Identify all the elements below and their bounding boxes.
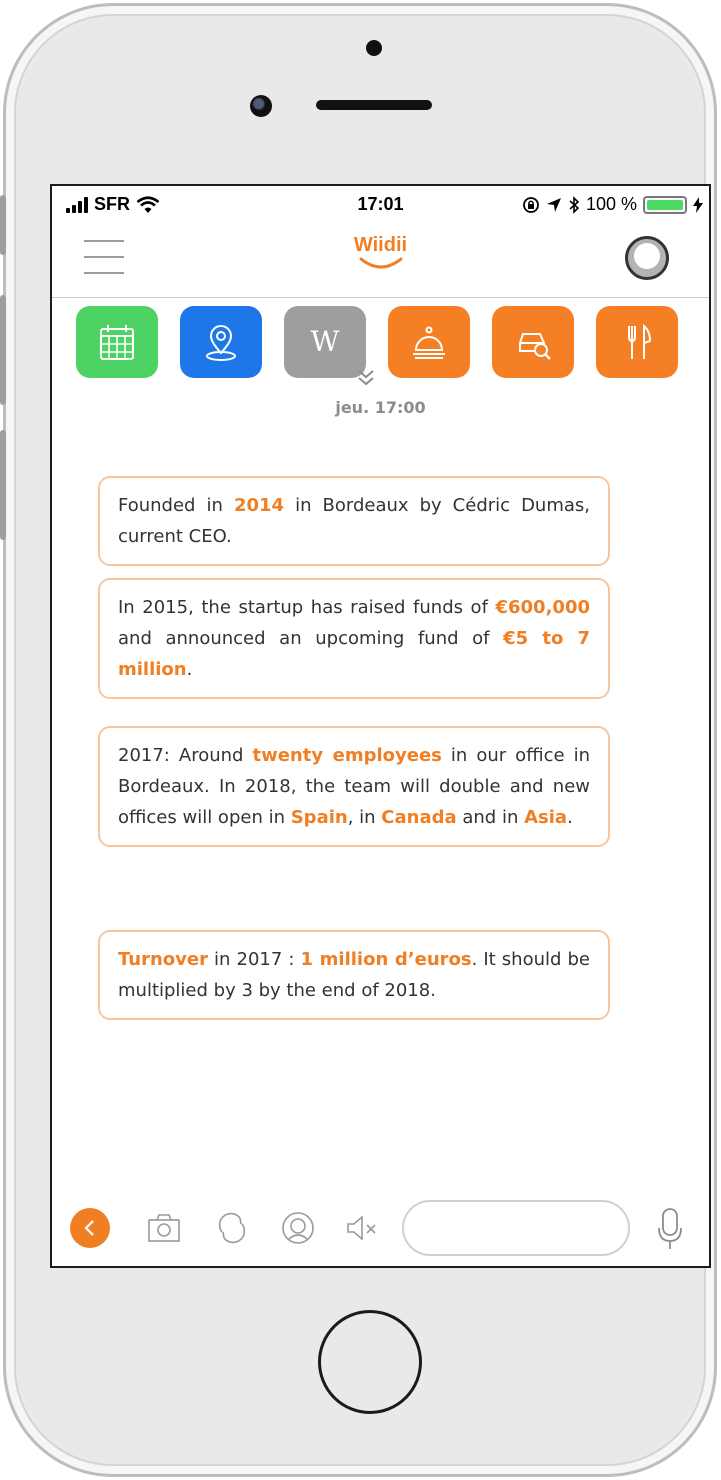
concierge-shortcut-button[interactable] bbox=[388, 306, 470, 378]
status-right-group: 100 % bbox=[522, 194, 703, 215]
highlighted-text: €600,000 bbox=[495, 597, 590, 618]
assistant-icon bbox=[282, 1212, 314, 1244]
message-text: in 2017 : bbox=[208, 949, 301, 970]
calendar-icon bbox=[100, 325, 134, 360]
location-pin-icon bbox=[206, 325, 236, 361]
mute-switch bbox=[0, 195, 6, 255]
front-camera bbox=[250, 95, 272, 117]
highlighted-text: twenty employees bbox=[252, 745, 442, 766]
battery-percent: 100 % bbox=[585, 194, 637, 214]
proximity-sensor bbox=[366, 40, 382, 56]
camera-button[interactable] bbox=[144, 1208, 184, 1248]
home-button[interactable] bbox=[318, 1310, 422, 1414]
shortcut-bar: W bbox=[52, 306, 709, 386]
app-logo: Wiidii bbox=[52, 234, 709, 271]
chat-timestamp: jeu. 17:00 bbox=[335, 398, 426, 417]
highlighted-text: 1 million d’euros bbox=[300, 949, 472, 970]
message-text: Founded in bbox=[118, 495, 234, 516]
logo-text: Wiidii bbox=[353, 234, 408, 256]
message-bubble: 2017: Around twenty employees in our off… bbox=[98, 726, 610, 847]
location-arrow-icon bbox=[546, 197, 561, 212]
svg-text:W: W bbox=[311, 325, 340, 358]
fork-knife-icon bbox=[628, 323, 652, 359]
chevron-down-icon[interactable] bbox=[356, 368, 376, 388]
message-text: and announced an upcoming fund of bbox=[118, 628, 504, 649]
back-icon bbox=[84, 1220, 94, 1236]
message-text: . bbox=[567, 807, 573, 828]
message-bubble: Founded in 2014 in Bordeaux by Cédric Du… bbox=[98, 476, 610, 566]
refresh-button[interactable] bbox=[212, 1208, 252, 1248]
highlighted-text: Spain bbox=[290, 807, 348, 828]
message-text: and in bbox=[456, 807, 525, 828]
message-bubble: Turnover in 2017 : 1 million d’euros. It… bbox=[98, 930, 610, 1020]
battery-icon bbox=[643, 195, 687, 214]
calendar-shortcut-button[interactable] bbox=[76, 306, 158, 378]
back-button[interactable] bbox=[70, 1208, 110, 1248]
app-screen: SFR 17:01 100 % Wiidii W jeu. 17:00 Foun… bbox=[50, 184, 711, 1268]
message-input[interactable] bbox=[402, 1200, 630, 1256]
highlighted-text: Asia bbox=[524, 807, 568, 828]
message-bubble: In 2015, the startup has raised funds of… bbox=[98, 578, 610, 699]
wikipedia-shortcut-button[interactable]: W bbox=[284, 306, 366, 378]
mute-button[interactable] bbox=[342, 1208, 382, 1248]
highlighted-text: Turnover bbox=[118, 949, 208, 970]
earpiece-speaker bbox=[316, 100, 432, 110]
message-text: 2017: Around bbox=[118, 745, 253, 766]
assistant-button[interactable] bbox=[278, 1208, 318, 1248]
camera-icon bbox=[148, 1214, 180, 1242]
bluetooth-icon bbox=[569, 195, 580, 214]
location-shortcut-button[interactable] bbox=[180, 306, 262, 378]
avatar[interactable] bbox=[625, 236, 669, 280]
orientation-lock-icon bbox=[523, 196, 539, 213]
status-bar: SFR 17:01 100 % bbox=[52, 186, 709, 226]
highlighted-text: 2014 bbox=[233, 495, 285, 516]
mute-icon bbox=[347, 1215, 376, 1241]
bottom-toolbar bbox=[52, 1200, 709, 1260]
logo-smile-icon bbox=[359, 257, 402, 269]
car-search-icon bbox=[519, 333, 551, 360]
highlighted-text: Canada bbox=[381, 807, 457, 828]
app-header: Wiidii bbox=[52, 226, 709, 298]
wikipedia-icon: W bbox=[311, 325, 340, 358]
restaurant-shortcut-button[interactable] bbox=[596, 306, 678, 378]
volume-down-button bbox=[0, 430, 6, 540]
concierge-bell-icon bbox=[413, 326, 445, 359]
message-text: In 2015, the startup has raised funds of bbox=[118, 597, 496, 618]
volume-up-button bbox=[0, 295, 6, 405]
message-text: , in bbox=[347, 807, 382, 828]
microphone-icon[interactable] bbox=[655, 1206, 685, 1252]
car-search-shortcut-button[interactable] bbox=[492, 306, 574, 378]
message-text: . bbox=[186, 659, 193, 680]
charging-bolt-icon bbox=[693, 196, 703, 213]
refresh-icon bbox=[218, 1212, 246, 1244]
